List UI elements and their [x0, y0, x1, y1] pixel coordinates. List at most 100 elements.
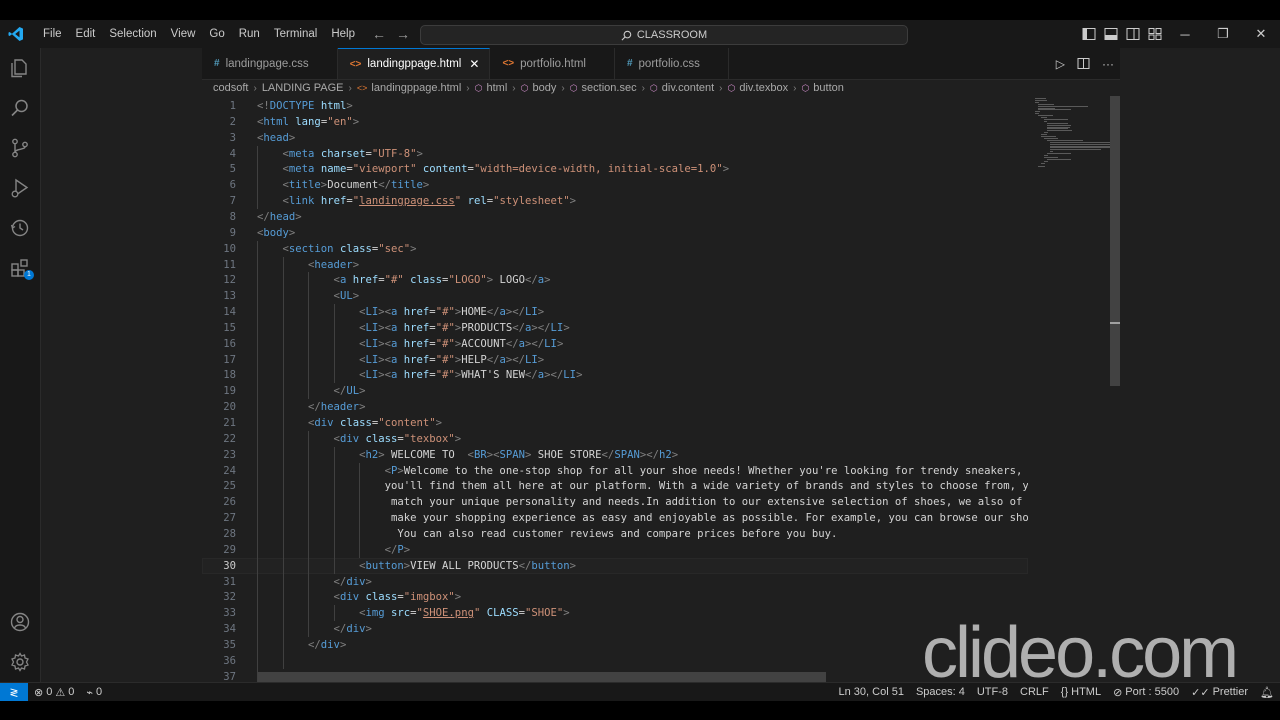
- code-line[interactable]: 29 </P>: [202, 541, 1028, 558]
- prettier-status[interactable]: ✓✓ Prettier: [1185, 686, 1254, 699]
- settings-gear-icon[interactable]: [0, 644, 40, 680]
- vertical-scrollbar[interactable]: [1110, 96, 1120, 683]
- breadcrumb-item[interactable]: ⬡ div.content: [650, 82, 714, 94]
- minimap[interactable]: [1030, 96, 1120, 683]
- timeline-icon[interactable]: [0, 210, 40, 246]
- indent-guide: [282, 621, 284, 638]
- code-line[interactable]: 36: [202, 652, 1028, 669]
- search-icon[interactable]: [0, 90, 40, 126]
- explorer-icon[interactable]: [0, 50, 40, 86]
- code-line[interactable]: 5 <meta name="viewport" content="width=de…: [202, 161, 1028, 178]
- menu-view[interactable]: View: [164, 20, 203, 48]
- restore-icon[interactable]: ❐: [1204, 20, 1242, 48]
- code-line[interactable]: 22 <div class="texbox">: [202, 430, 1028, 447]
- code-line[interactable]: 30 <button>VIEW ALL PRODUCTS</button>: [202, 557, 1028, 574]
- menu-terminal[interactable]: Terminal: [267, 20, 324, 48]
- toggle-panel-icon[interactable]: [1104, 27, 1118, 41]
- cursor-position[interactable]: Ln 30, Col 51: [833, 686, 910, 698]
- tab-landingpage-css[interactable]: # landingpage.css: [202, 48, 338, 79]
- breadcrumb-item[interactable]: <> landingppage.html: [357, 82, 461, 94]
- code-line[interactable]: 11 <header>: [202, 256, 1028, 273]
- horizontal-scrollbar[interactable]: [258, 672, 826, 682]
- code-line[interactable]: 16 <LI><a href="#">ACCOUNT</a></LI>: [202, 335, 1028, 352]
- code-line[interactable]: 26 match your unique personality and nee…: [202, 494, 1028, 511]
- notifications-bell-icon[interactable]: 🔔︎: [1254, 686, 1280, 699]
- breadcrumb-item[interactable]: ⬡ body: [521, 82, 557, 94]
- breadcrumb-item[interactable]: ⬡ section.sec: [570, 82, 637, 94]
- back-arrow-icon[interactable]: ←: [372, 26, 386, 42]
- language-mode[interactable]: {} HTML: [1055, 686, 1107, 698]
- tab-landingppage-html[interactable]: <> landingppage.html ✕: [337, 48, 491, 79]
- code-editor[interactable]: 1 <!DOCTYPE html> 2 <html lang="en"> 3 <head>…: [202, 96, 1028, 683]
- split-editor-icon[interactable]: [1077, 57, 1090, 70]
- breadcrumb-item[interactable]: ⬡ button: [801, 82, 843, 94]
- code-line[interactable]: 28 You can also read customer reviews an…: [202, 525, 1028, 542]
- code-line[interactable]: 19 </UL>: [202, 383, 1028, 400]
- menu-help[interactable]: Help: [324, 20, 362, 48]
- tab-portfolio-html[interactable]: <> portfolio.html: [490, 48, 615, 79]
- code-line[interactable]: 14 <LI><a href="#">HOME</a></LI>: [202, 304, 1028, 321]
- indent-guide: [257, 272, 258, 289]
- more-actions-icon[interactable]: ···: [1102, 57, 1114, 71]
- code-line[interactable]: 17 <LI><a href="#">HELP</a></LI>: [202, 351, 1028, 368]
- code-line[interactable]: 27 make your shopping experience as easy…: [202, 510, 1028, 527]
- code-line[interactable]: 31 </div>: [202, 573, 1028, 590]
- live-server-port[interactable]: ⊘ Port : 5500: [1107, 686, 1185, 699]
- code-line[interactable]: 25 you'll find them all here at our platf…: [202, 478, 1028, 495]
- encoding[interactable]: UTF-8: [971, 686, 1014, 698]
- tab-portfolio-css[interactable]: # portfolio.css: [614, 48, 729, 79]
- editor-actions: ▷ ···: [1056, 48, 1114, 79]
- code-line[interactable]: 1 <!DOCTYPE html>: [202, 98, 1028, 114]
- run-icon[interactable]: ▷: [1056, 57, 1065, 71]
- code-line[interactable]: 10 <section class="sec">: [202, 240, 1028, 257]
- remote-indicator-icon[interactable]: ≷: [0, 683, 28, 701]
- code-line[interactable]: 13 <UL>: [202, 288, 1028, 305]
- scrollbar-thumb[interactable]: [1110, 96, 1120, 386]
- source-control-icon[interactable]: [0, 130, 40, 166]
- end-of-line[interactable]: CRLF: [1014, 686, 1055, 698]
- close-window-icon[interactable]: ✕: [1242, 20, 1280, 48]
- breadcrumb-item[interactable]: ⬡ div.texbox: [728, 82, 789, 94]
- problems-indicator[interactable]: ⊗ 0 ⚠ 0: [28, 686, 80, 699]
- minimize-icon[interactable]: ─: [1166, 20, 1204, 48]
- accounts-icon[interactable]: [0, 604, 40, 640]
- breadcrumb-item[interactable]: LANDING PAGE: [262, 82, 344, 94]
- code-line[interactable]: 7 <link href="landingpage.css" rel="style…: [202, 193, 1028, 210]
- code-line[interactable]: 18 <LI><a href="#">WHAT'S NEW</a></LI>: [202, 367, 1028, 384]
- code-line[interactable]: 23 <h2> WELCOME TO <BR><SPAN> SHOE STORE<…: [202, 446, 1028, 463]
- line-number: 6: [229, 179, 236, 192]
- ports-indicator[interactable]: ⌁ 0: [80, 686, 108, 699]
- menu-edit[interactable]: Edit: [69, 20, 103, 48]
- toggle-secondary-sidebar-icon[interactable]: [1126, 27, 1140, 41]
- command-center-search[interactable]: CLASSROOM: [420, 25, 908, 45]
- code-line[interactable]: 4 <meta charset="UTF-8">: [202, 145, 1028, 162]
- code-line[interactable]: 12 <a href="#" class="LOGO"> LOGO</a>: [202, 272, 1028, 289]
- run-and-debug-icon[interactable]: [0, 170, 40, 206]
- code-line[interactable]: 33 <img src="SHOE.png" CLASS="SHOE">: [202, 605, 1028, 622]
- menu-go[interactable]: Go: [202, 20, 231, 48]
- customize-layout-icon[interactable]: [1148, 27, 1162, 41]
- breadcrumb-item[interactable]: codsoft: [213, 82, 248, 94]
- indent-guide: [282, 383, 284, 400]
- extensions-icon[interactable]: 1: [0, 250, 40, 286]
- code-line[interactable]: 2 <html lang="en">: [202, 114, 1028, 130]
- menu-run[interactable]: Run: [232, 20, 267, 48]
- code-line[interactable]: 8 </head>: [202, 209, 1028, 225]
- breadcrumb-item[interactable]: ⬡ html: [475, 82, 508, 94]
- forward-arrow-icon[interactable]: →: [396, 26, 410, 42]
- toggle-primary-sidebar-icon[interactable]: [1082, 27, 1096, 41]
- code-line[interactable]: 24 <P>Welcome to the one-stop shop for al…: [202, 462, 1028, 479]
- code-line[interactable]: 9 <body>: [202, 225, 1028, 241]
- indentation[interactable]: Spaces: 4: [910, 686, 971, 698]
- code-line[interactable]: 20 </header>: [202, 399, 1028, 416]
- code-line[interactable]: 32 <div class="imgbox">: [202, 589, 1028, 606]
- menu-selection[interactable]: Selection: [102, 20, 163, 48]
- code-line[interactable]: 34 </div>: [202, 621, 1028, 638]
- code-line[interactable]: 15 <LI><a href="#">PRODUCTS</a></LI>: [202, 319, 1028, 336]
- code-line[interactable]: 35 </div>: [202, 636, 1028, 653]
- menu-file[interactable]: File: [36, 20, 69, 48]
- close-tab-icon[interactable]: ✕: [469, 57, 479, 71]
- code-line[interactable]: 21 <div class="content">: [202, 415, 1028, 431]
- code-line[interactable]: 3 <head>: [202, 130, 1028, 146]
- code-line[interactable]: 6 <title>Document</title>: [202, 177, 1028, 194]
